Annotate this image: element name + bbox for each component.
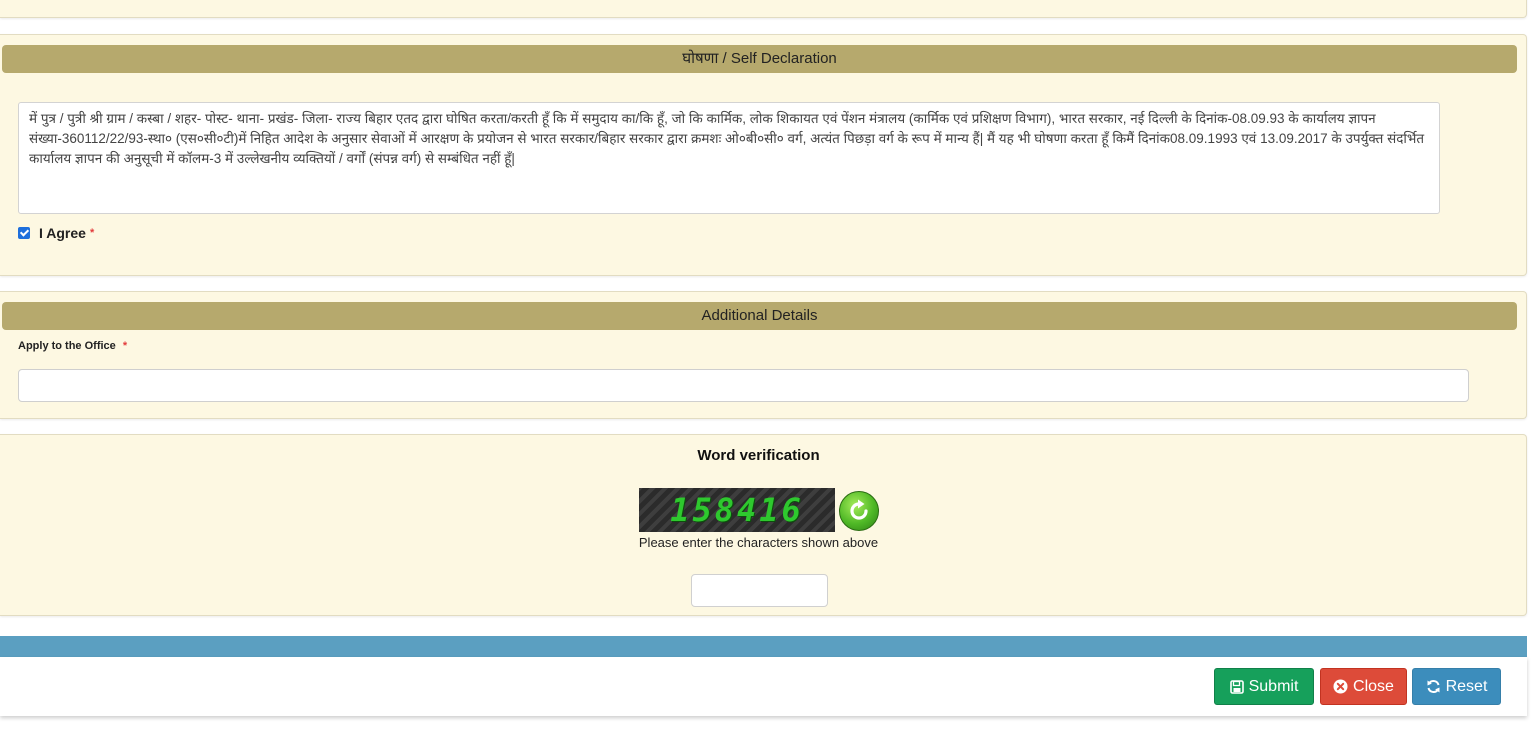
declaration-textarea[interactable]: में पुत्र / पुत्री श्री ग्राम / कस्बा / … <box>18 102 1440 214</box>
required-marker: * <box>89 227 95 239</box>
captcha-text: 158416 <box>670 491 804 529</box>
agree-checkbox[interactable] <box>18 227 30 239</box>
close-label: Close <box>1353 678 1394 695</box>
close-circle-icon <box>1333 679 1348 694</box>
office-label: Apply to the Office * <box>18 340 127 352</box>
previous-panel-bottom <box>0 0 1527 18</box>
word-verification-title: Word verification <box>697 447 820 464</box>
footer-bar <box>0 636 1527 657</box>
save-icon <box>1229 679 1244 694</box>
additional-details-header: Additional Details <box>2 302 1517 330</box>
reset-button[interactable]: Reset <box>1412 668 1501 705</box>
form-footer: Submit Close Reset <box>0 657 1527 716</box>
office-label-text: Apply to the Office <box>18 340 116 352</box>
office-input[interactable] <box>18 369 1469 402</box>
captcha-hint: Please enter the characters shown above <box>638 535 879 550</box>
close-button[interactable]: Close <box>1320 668 1407 705</box>
submit-button[interactable]: Submit <box>1214 668 1314 705</box>
refresh-arrows-icon <box>1426 679 1441 694</box>
declaration-text: में पुत्र / पुत्री श्री ग्राम / कस्बा / … <box>29 111 1425 166</box>
agree-row[interactable]: I Agree * <box>18 225 94 241</box>
word-verification-panel: Word verification 158416 Please enter th… <box>0 434 1527 616</box>
refresh-icon[interactable] <box>839 491 879 531</box>
submit-label: Submit <box>1248 678 1299 695</box>
additional-details-panel: Additional Details Apply to the Office * <box>0 291 1527 419</box>
captcha-image: 158416 <box>639 488 835 532</box>
reset-label: Reset <box>1445 678 1488 695</box>
self-declaration-panel: घोषणा / Self Declaration में पुत्र / पुत… <box>0 34 1527 276</box>
agree-label[interactable]: I Agree <box>39 225 86 241</box>
office-required-marker: * <box>122 340 128 352</box>
self-declaration-header: घोषणा / Self Declaration <box>2 45 1517 73</box>
captcha-input[interactable] <box>691 574 828 607</box>
